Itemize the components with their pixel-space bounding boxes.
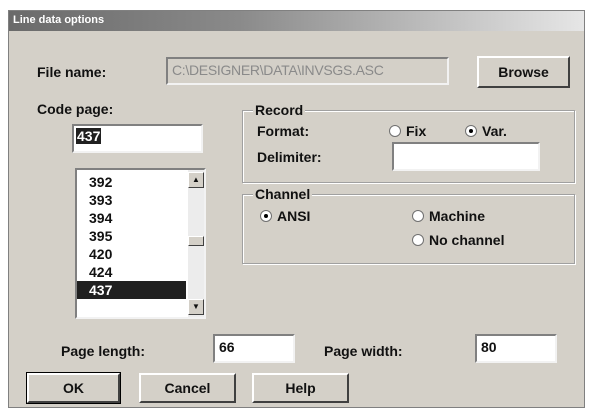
code-page-input[interactable]: 437 [72,124,203,153]
channel-group: Channel [242,186,575,264]
list-item[interactable]: 393 [77,191,186,209]
page-length-input[interactable]: 66 [213,334,295,363]
file-name-label: File name: [37,64,107,80]
list-item-selected[interactable]: 437 [77,281,186,299]
format-var-radio[interactable]: Var. [465,123,507,139]
radio-empty-icon [389,125,401,137]
page-length-label: Page length: [61,343,146,359]
line-data-options-dialog: Line data options File name: C:\DESIGNER… [8,10,585,408]
list-item[interactable]: 395 [77,227,186,245]
channel-machine-label: Machine [429,208,486,224]
scroll-up-arrow-icon[interactable]: ▲ [188,172,204,188]
list-item[interactable]: 424 [77,263,186,281]
browse-button[interactable]: Browse [477,56,570,88]
ok-button[interactable]: OK [26,372,121,404]
delimiter-input[interactable] [392,142,540,171]
radio-empty-icon [412,234,424,246]
channel-machine-radio[interactable]: Machine [412,208,485,224]
channel-no-channel-label: No channel [429,232,505,248]
channel-group-title: Channel [253,186,313,202]
scroll-thumb[interactable] [188,236,204,246]
help-button[interactable]: Help [252,373,349,403]
format-label: Format: [257,123,310,139]
window-title: Line data options [13,14,105,26]
page-width-value: 80 [481,339,497,355]
channel-no-channel-radio[interactable]: No channel [412,232,504,248]
format-fix-radio[interactable]: Fix [389,123,426,139]
delimiter-label: Delimiter: [257,149,322,165]
help-button-label: Help [285,380,316,396]
code-page-label: Code page: [37,101,114,117]
format-fix-label: Fix [406,123,427,139]
page-width-input[interactable]: 80 [475,334,557,363]
file-name-value: C:\DESIGNER\DATA\INVSGS.ASC [172,62,384,78]
channel-ansi-radio[interactable]: ANSI [260,208,310,224]
page-length-value: 66 [219,339,235,355]
ok-button-label: OK [63,380,84,396]
radio-checked-icon [260,210,272,222]
browse-button-label: Browse [498,64,549,80]
radio-empty-icon [412,210,424,222]
list-item[interactable]: 394 [77,209,186,227]
cancel-button-label: Cancel [164,380,211,396]
list-item[interactable]: 420 [77,245,186,263]
code-page-value: 437 [76,128,102,144]
code-page-scrollbar[interactable]: ▲ ▼ [188,170,204,317]
channel-ansi-label: ANSI [277,208,311,224]
scroll-down-arrow-icon[interactable]: ▼ [188,299,204,315]
radio-checked-icon [465,125,477,137]
format-var-label: Var. [482,123,507,139]
page-width-label: Page width: [324,343,403,359]
cancel-button[interactable]: Cancel [139,373,236,403]
title-bar[interactable]: Line data options [9,11,584,31]
record-group-title: Record [253,102,306,118]
code-page-list[interactable]: 392 393 394 395 420 424 437 ▲ ▼ [75,168,206,319]
list-item[interactable]: 392 [77,173,186,191]
file-name-field[interactable]: C:\DESIGNER\DATA\INVSGS.ASC [166,57,449,85]
